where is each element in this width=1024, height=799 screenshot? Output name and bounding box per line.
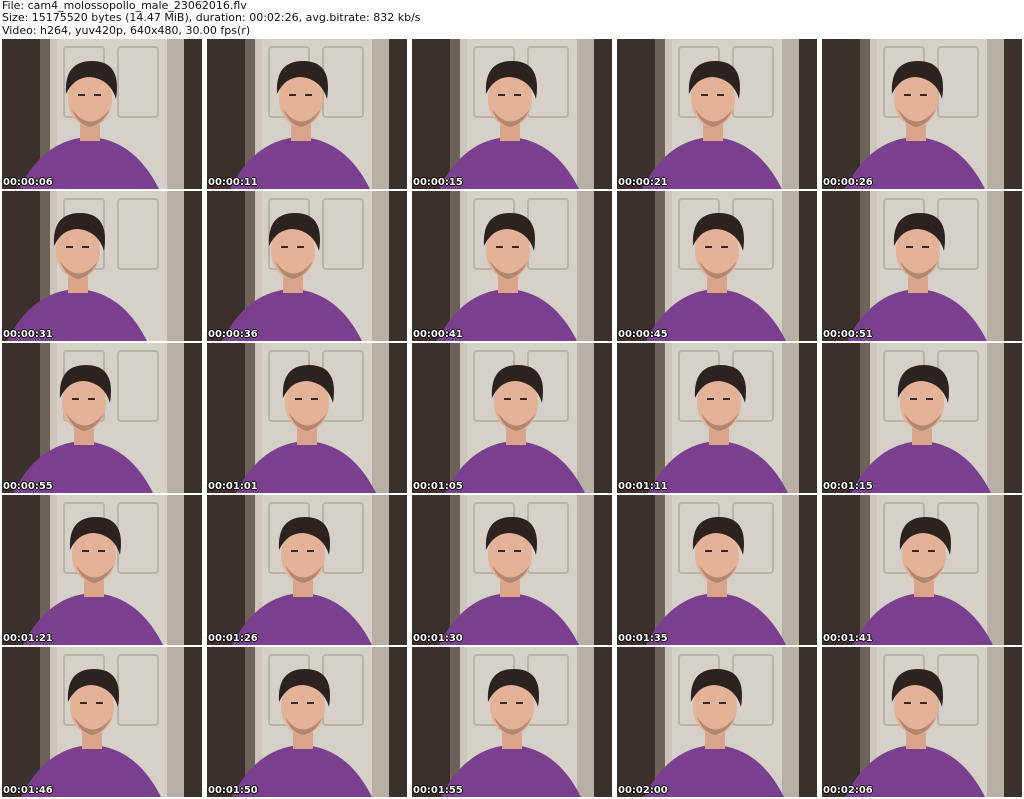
video-frame-image bbox=[412, 495, 612, 645]
thumbnail-timestamp: 00:00:55 bbox=[3, 481, 53, 492]
video-frame-image bbox=[822, 191, 1022, 341]
file-size-line: Size: 15175520 bytes (14.47 MiB), durati… bbox=[2, 11, 421, 25]
video-frame-image bbox=[2, 647, 202, 797]
video-thumbnail: 00:01:15 bbox=[822, 343, 1022, 493]
video-frame-image bbox=[207, 39, 407, 189]
video-thumbnail: 00:00:11 bbox=[207, 39, 407, 189]
thumbnail-timestamp: 00:01:55 bbox=[413, 785, 463, 796]
thumbnail-timestamp: 00:00:21 bbox=[618, 177, 668, 188]
video-frame-image bbox=[207, 343, 407, 493]
thumbnail-timestamp: 00:01:15 bbox=[823, 481, 873, 492]
video-frame-image bbox=[822, 647, 1022, 797]
video-frame-image bbox=[412, 191, 612, 341]
thumbnail-timestamp: 00:00:15 bbox=[413, 177, 463, 188]
video-thumbnail: 00:00:41 bbox=[412, 191, 612, 341]
video-thumbnail: 00:02:00 bbox=[617, 647, 817, 797]
video-frame-image bbox=[2, 343, 202, 493]
video-frame-image bbox=[2, 495, 202, 645]
thumbnail-timestamp: 00:00:45 bbox=[618, 329, 668, 340]
video-frame-image bbox=[617, 495, 817, 645]
video-frame-image bbox=[617, 343, 817, 493]
video-thumbnail: 00:00:15 bbox=[412, 39, 612, 189]
thumbnail-timestamp: 00:00:26 bbox=[823, 177, 873, 188]
video-frame-image bbox=[617, 39, 817, 189]
video-thumbnail: 00:02:06 bbox=[822, 647, 1022, 797]
video-thumbnail: 00:00:36 bbox=[207, 191, 407, 341]
video-frame-image bbox=[617, 191, 817, 341]
video-thumbnail: 00:00:31 bbox=[2, 191, 202, 341]
thumbnail-timestamp: 00:01:26 bbox=[208, 633, 258, 644]
video-thumbnail: 00:00:21 bbox=[617, 39, 817, 189]
thumbnail-timestamp: 00:00:11 bbox=[208, 177, 258, 188]
thumbnail-timestamp: 00:00:51 bbox=[823, 329, 873, 340]
video-thumbnail: 00:01:50 bbox=[207, 647, 407, 797]
video-thumbnail: 00:01:05 bbox=[412, 343, 612, 493]
video-thumbnail: 00:00:26 bbox=[822, 39, 1022, 189]
video-thumbnail: 00:01:41 bbox=[822, 495, 1022, 645]
video-thumbnail: 00:00:45 bbox=[617, 191, 817, 341]
video-frame-image bbox=[2, 39, 202, 189]
thumbnail-timestamp: 00:01:50 bbox=[208, 785, 258, 796]
video-thumbnail: 00:01:30 bbox=[412, 495, 612, 645]
thumbnail-timestamp: 00:01:11 bbox=[618, 481, 668, 492]
video-frame-image bbox=[2, 191, 202, 341]
video-thumbnail: 00:01:21 bbox=[2, 495, 202, 645]
thumbnail-timestamp: 00:02:06 bbox=[823, 785, 873, 796]
thumbnail-timestamp: 00:00:41 bbox=[413, 329, 463, 340]
video-thumbnail: 00:00:55 bbox=[2, 343, 202, 493]
video-frame-image bbox=[412, 647, 612, 797]
thumbnail-timestamp: 00:01:01 bbox=[208, 481, 258, 492]
thumbnail-timestamp: 00:01:05 bbox=[413, 481, 463, 492]
video-thumbnail: 00:01:35 bbox=[617, 495, 817, 645]
thumbnail-timestamp: 00:01:46 bbox=[3, 785, 53, 796]
video-frame-image bbox=[617, 647, 817, 797]
thumbnail-timestamp: 00:01:21 bbox=[3, 633, 53, 644]
thumbnail-timestamp: 00:02:00 bbox=[618, 785, 668, 796]
video-thumbnail: 00:00:06 bbox=[2, 39, 202, 189]
video-frame-image bbox=[412, 343, 612, 493]
video-frame-image bbox=[822, 39, 1022, 189]
video-thumbnail: 00:00:51 bbox=[822, 191, 1022, 341]
thumbnail-timestamp: 00:00:36 bbox=[208, 329, 258, 340]
thumbnail-timestamp: 00:01:41 bbox=[823, 633, 873, 644]
video-frame-image bbox=[822, 343, 1022, 493]
video-thumbnail: 00:01:01 bbox=[207, 343, 407, 493]
video-frame-image bbox=[207, 647, 407, 797]
thumbnail-grid: 00:00:06 00:00:11 00:00:15 00:00:21 00:00:26… bbox=[2, 39, 1022, 798]
video-frame-image bbox=[207, 191, 407, 341]
video-thumbnail: 00:01:55 bbox=[412, 647, 612, 797]
video-thumbnail: 00:01:11 bbox=[617, 343, 817, 493]
file-info-header: File: cam4_molossopollo_male_23062016.fl… bbox=[0, 0, 1024, 38]
thumbnail-timestamp: 00:00:06 bbox=[3, 177, 53, 188]
video-frame-image bbox=[412, 39, 612, 189]
thumbnail-timestamp: 00:01:30 bbox=[413, 633, 463, 644]
video-info-line: Video: h264, yuv420p, 640x480, 30.00 fps… bbox=[2, 23, 251, 37]
video-frame-image bbox=[822, 495, 1022, 645]
video-frame-image bbox=[207, 495, 407, 645]
video-thumbnail: 00:01:26 bbox=[207, 495, 407, 645]
thumbnail-timestamp: 00:00:31 bbox=[3, 329, 53, 340]
thumbnail-timestamp: 00:01:35 bbox=[618, 633, 668, 644]
video-thumbnail: 00:01:46 bbox=[2, 647, 202, 797]
